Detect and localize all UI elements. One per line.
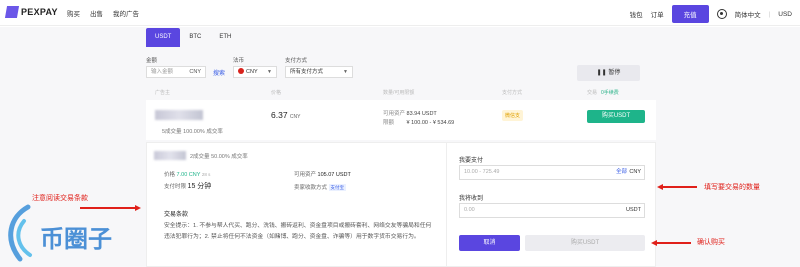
annotation-arrow-head [651, 239, 657, 246]
annotation-confirm-buy: 确认购买 [697, 238, 725, 246]
table-header: 广告主 价格 数量/可用限额 支付方式 交易 0手续费 [146, 88, 656, 98]
terms-title: 交易条款 [164, 212, 189, 218]
pay-currency: CNY [629, 169, 641, 175]
watermark-logo-icon: 币圈子 [8, 204, 112, 262]
terms-text: 安全提示：1. 不参与帮人代买、跑分、洗钱、搬砖返利、资金盘项目或搬砖套利、网络… [164, 223, 432, 240]
coin-tabs: USDT BTC ETH [146, 28, 240, 47]
panel-price-value: 7.00 CNY [176, 172, 201, 178]
receive-amount-placeholder: 0.00 [464, 207, 475, 213]
col-payment: 支付方式 [502, 90, 523, 96]
pay-time-value: 15 分钟 [187, 183, 212, 190]
ad-price: 6.37 CNY [271, 110, 300, 120]
pause-button[interactable]: ❚❚ 暂停 [577, 65, 640, 81]
receive-amount-input[interactable]: 0.00 USDT [459, 203, 645, 218]
top-navbar: PEXPAY 购买 出售 我的广告 钱包 订单 充值 简体中文 | USD [0, 0, 800, 26]
nav-link-buy[interactable]: 购买 [67, 8, 80, 18]
panel-info: 2成交量 50.00% 成交率 价格 7.00 CNY 28 s 可用资产 10… [147, 143, 445, 267]
currency-selector[interactable]: USD [778, 11, 792, 18]
fiat-label: 法币 [233, 58, 245, 64]
pexpay-page: PEXPAY 购买 出售 我的广告 钱包 订单 充值 简体中文 | USD US… [0, 0, 800, 267]
nav-orders[interactable]: 订单 [651, 9, 664, 19]
available-label: 可用资产 [383, 111, 406, 117]
ad-price-unit: CNY [289, 114, 301, 120]
annotation-arrow-head [657, 183, 663, 190]
fiat-select[interactable]: CNY ▼ [233, 66, 277, 78]
panel-available-label: 可用资产 [294, 172, 317, 178]
annotation-read-terms: 注意阅读交易条款 [32, 194, 88, 202]
buy-usdt-button[interactable]: 购买USDT [587, 110, 645, 123]
chevron-down-icon: ▼ [343, 69, 348, 75]
col-advertiser: 广告主 [155, 90, 171, 96]
ad-availability: 可用资产 83.94 USDT 限额 ¥ 100.00 - ¥ 534.69 [383, 110, 454, 128]
annotation-fill-amount: 填写要交易的数量 [704, 183, 760, 191]
search-button[interactable]: 搜索 [213, 68, 225, 77]
user-icon[interactable] [716, 9, 727, 19]
receive-currency: USDT [626, 207, 641, 213]
table-row[interactable]: 5成交量 100.00% 成交率 6.37 CNY 可用资产 83.94 USD… [146, 100, 656, 140]
amount-input[interactable]: 输入金额 CNY [146, 66, 206, 78]
seller-pay-badge: 支付宝 [328, 184, 347, 191]
watermark: 币圈子 [0, 203, 140, 267]
pay-time-label: 支付时限 [164, 184, 187, 190]
advertiser-stats: 5成交量 100.00% 成交率 [162, 129, 223, 135]
main-nav: 购买 出售 我的广告 [67, 8, 139, 18]
panel-pay-time: 支付时限 15 分钟 [164, 181, 211, 191]
payment-select[interactable]: 所有支付方式 ▼ [285, 66, 353, 78]
language-selector[interactable]: 简体中文 [735, 9, 761, 19]
payment-value: 所有支付方式 [290, 69, 324, 75]
china-flag-icon [238, 68, 244, 74]
cancel-button[interactable]: 取消 [459, 235, 520, 251]
panel-seller-payment: 卖家收款方式 支付宝 [294, 183, 347, 191]
pause-label: 暂停 [608, 70, 621, 76]
annotation-arrow [663, 186, 697, 188]
confirm-buy-button[interactable]: 购买USDT [525, 235, 645, 251]
amount-label: 金额 [146, 58, 158, 64]
limit-label: 限额 [383, 120, 395, 126]
payment-label: 支付方式 [285, 58, 308, 64]
nav-link-sell[interactable]: 出售 [90, 8, 103, 18]
zero-fee-badge: 0手续费 [601, 90, 619, 96]
fiat-value: CNY [246, 69, 258, 75]
pause-icon: ❚❚ [596, 70, 609, 76]
tab-eth[interactable]: ETH [210, 28, 240, 47]
annotation-arrow [657, 242, 691, 244]
seller-stats: 2成交量 50.00% 成交率 [190, 154, 248, 160]
limit-value: ¥ 100.00 - ¥ 534.69 [406, 120, 455, 126]
nav-divider: | [768, 10, 771, 18]
panel-price: 价格 7.00 CNY 28 s [164, 170, 210, 178]
tab-btc[interactable]: BTC [180, 28, 210, 47]
will-receive-label: 我将收到 [459, 196, 484, 202]
col-limit: 数量/可用限额 [383, 90, 415, 96]
ad-price-value: 6.37 [271, 110, 288, 120]
nav-right: 钱包 订单 充值 简体中文 | USD [630, 5, 792, 23]
payment-method-badge: 微信支 [502, 110, 524, 121]
panel-available: 可用资产 105.07 USDT [294, 170, 351, 178]
seller-pay-label: 卖家收款方式 [294, 185, 328, 191]
col-price: 价格 [271, 90, 282, 96]
want-pay-label: 我要支付 [459, 158, 484, 164]
watermark-text: 币圈子 [40, 225, 112, 253]
advertiser-name-blurred[interactable] [155, 110, 203, 120]
tab-usdt[interactable]: USDT [146, 28, 181, 47]
panel-order-form: 我要支付 10.00 - 725.49 全部 CNY 我将收到 0.00 USD… [446, 143, 657, 267]
charge-button[interactable]: 充值 [671, 5, 709, 23]
logo-text: PEXPAY [21, 7, 58, 17]
chevron-down-icon: ▼ [267, 69, 272, 75]
logo[interactable]: PEXPAY [4, 6, 58, 18]
purchase-panel: 2成交量 50.00% 成交率 价格 7.00 CNY 28 s 可用资产 10… [146, 142, 656, 267]
col-trade: 交易 [587, 90, 598, 96]
amount-unit: CNY [189, 69, 201, 75]
pay-amount-placeholder: 10.00 - 725.49 [464, 169, 500, 175]
panel-price-label: 价格 [164, 172, 176, 178]
pay-amount-input[interactable]: 10.00 - 725.49 全部 CNY [459, 165, 645, 180]
panel-available-value: 105.07 USDT [317, 172, 351, 178]
seller-name-blurred[interactable] [154, 151, 186, 160]
available-value: 83.94 USDT [406, 111, 437, 117]
logo-icon [4, 6, 20, 18]
price-refresh-time: 28 s [201, 172, 211, 177]
amount-placeholder: 输入金额 [151, 69, 174, 75]
pay-all-button[interactable]: 全部 [616, 166, 627, 179]
nav-wallet[interactable]: 钱包 [630, 9, 643, 19]
nav-link-my-ads[interactable]: 我的广告 [113, 8, 139, 18]
